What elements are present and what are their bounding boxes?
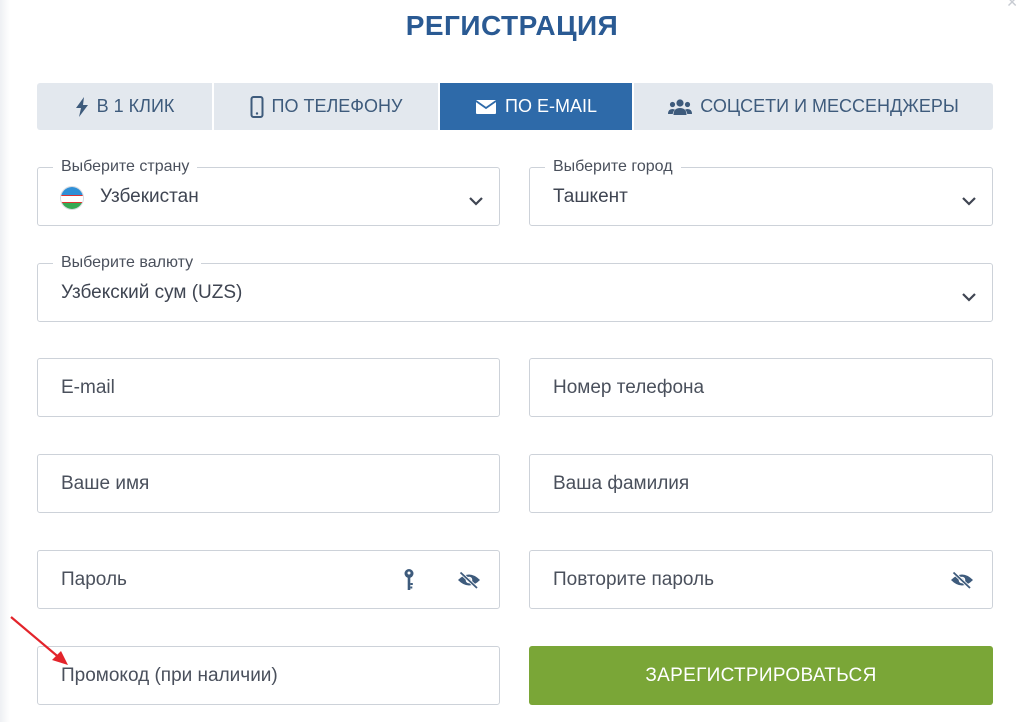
page-title: РЕГИСТРАЦИЯ: [405, 10, 619, 41]
password-field[interactable]: Пароль: [37, 550, 500, 609]
currency-value: Узбекский сум (UZS): [61, 282, 243, 303]
tab-label: ПО ТЕЛЕФОНУ: [271, 96, 403, 116]
uzbekistan-flag-icon: [60, 186, 84, 210]
tab-one-click[interactable]: В 1 КЛИК: [37, 83, 214, 130]
country-select[interactable]: Выберите страну Узбекистан: [37, 158, 500, 226]
promo-code-field[interactable]: Промокод (при наличии): [37, 646, 500, 705]
users-icon: [668, 98, 693, 116]
email-placeholder: E-mail: [61, 377, 115, 398]
tab-label: СОЦСЕТИ И МЕССЕНДЖЕРЫ: [700, 96, 959, 116]
chevron-down-icon: [962, 193, 976, 211]
tab-by-phone[interactable]: ПО ТЕЛЕФОНУ: [214, 83, 440, 130]
password-repeat-placeholder: Повторите пароль: [553, 569, 715, 590]
last-name-field[interactable]: Ваша фамилия: [529, 454, 993, 513]
password-repeat-field[interactable]: Повторите пароль: [529, 550, 993, 609]
register-button[interactable]: ЗАРЕГИСТРИРОВАТЬСЯ: [529, 646, 993, 705]
currency-select[interactable]: Выберите валюту Узбекский сум (UZS): [37, 254, 993, 322]
lightning-icon: [75, 96, 89, 117]
tab-by-email[interactable]: ПО E-MAIL: [440, 83, 634, 130]
registration-tabs: В 1 КЛИК ПО ТЕЛЕФОНУ ПО E-MAIL СОЦСЕТИ И…: [37, 83, 993, 130]
first-name-placeholder: Ваше имя: [61, 473, 150, 494]
eye-slash-icon[interactable]: [950, 570, 974, 594]
chevron-down-icon: [469, 193, 483, 211]
annotation-arrow-icon: [8, 614, 72, 675]
key-icon[interactable]: [403, 568, 415, 597]
promo-code-placeholder: Промокод (при наличии): [61, 665, 278, 686]
phone-icon: [250, 95, 264, 118]
eye-slash-icon[interactable]: [457, 570, 481, 594]
last-name-placeholder: Ваша фамилия: [553, 473, 690, 494]
chevron-down-icon: [962, 289, 976, 307]
phone-placeholder: Номер телефона: [553, 377, 705, 398]
city-select[interactable]: Выберите город Ташкент: [529, 158, 993, 226]
tab-social-messengers[interactable]: СОЦСЕТИ И МЕССЕНДЖЕРЫ: [634, 83, 993, 130]
tab-label: В 1 КЛИК: [96, 96, 175, 116]
envelope-icon: [475, 99, 497, 115]
tab-label: ПО E-MAIL: [505, 96, 597, 116]
email-field[interactable]: E-mail: [37, 358, 500, 417]
country-value: Узбекистан: [100, 186, 199, 207]
password-placeholder: Пароль: [61, 569, 127, 590]
phone-field[interactable]: Номер телефона: [529, 358, 993, 417]
city-value: Ташкент: [553, 186, 628, 207]
first-name-field[interactable]: Ваше имя: [37, 454, 500, 513]
